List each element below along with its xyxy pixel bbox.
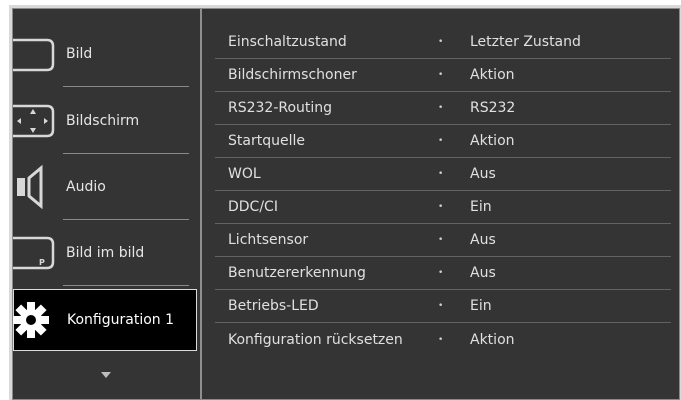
setting-value: Aus [470, 166, 496, 182]
setting-value: Aktion [470, 133, 515, 149]
setting-name: RS232-Routing [228, 100, 333, 116]
bullet-icon: • [438, 70, 444, 80]
setting-name: Benutzererkennung [228, 265, 366, 281]
setting-row-bildschirmschoner[interactable]: Bildschirmschoner • Aktion [215, 59, 671, 92]
setting-value: Aktion [470, 331, 515, 348]
bullet-icon: • [438, 169, 444, 179]
bullet-icon: • [438, 268, 444, 278]
gear-icon [13, 302, 49, 338]
setting-row-betriebs-led[interactable]: Betriebs-LED • Ein [215, 290, 671, 323]
setting-row-benutzererkennung[interactable]: Benutzererkennung • Aus [215, 257, 671, 290]
setting-name: Startquelle [228, 133, 305, 149]
screen-icon [13, 104, 55, 138]
settings-list: Einschaltzustand • Letzter Zustand Bilds… [215, 26, 671, 356]
setting-row-wol[interactable]: WOL • Aus [215, 158, 671, 191]
bullet-icon: • [438, 37, 444, 47]
setting-value: Aus [470, 265, 496, 281]
setting-name: DDC/CI [228, 199, 278, 215]
sidebar-item-konfiguration-1[interactable]: Konfiguration 1 [13, 289, 197, 351]
setting-value: Ein [470, 298, 492, 314]
setting-name: Einschaltzustand [228, 34, 347, 50]
setting-value: Aktion [470, 67, 515, 83]
triangle-down-icon[interactable] [101, 372, 111, 378]
setting-name: Konfiguration rücksetzen [228, 331, 403, 348]
sidebar-item-bild-im-bild[interactable]: P Bild im bild [13, 222, 199, 286]
setting-row-einschaltzustand[interactable]: Einschaltzustand • Letzter Zustand [215, 26, 671, 59]
pip-icon: P [13, 236, 55, 270]
sidebar-item-bildschirm[interactable]: Bildschirm [13, 90, 199, 154]
setting-name: Lichtsensor [228, 232, 309, 248]
speaker-icon [17, 164, 43, 210]
sidebar-separator [63, 285, 189, 286]
setting-row-startquelle[interactable]: Startquelle • Aktion [215, 125, 671, 158]
svg-text:P: P [39, 258, 45, 267]
bullet-icon: • [438, 103, 444, 113]
bullet-icon: • [438, 136, 444, 146]
sidebar-item-label: Audio [66, 179, 106, 195]
bullet-icon: • [438, 334, 444, 345]
sidebar-separator [63, 86, 189, 87]
setting-row-konfiguration-ruecksetzen[interactable]: Konfiguration rücksetzen • Aktion [215, 323, 671, 356]
sidebar-item-label: Bild [66, 46, 93, 62]
sidebar-item-label: Bildschirm [66, 113, 140, 129]
setting-name: Bildschirmschoner [228, 67, 357, 83]
bullet-icon: • [438, 202, 444, 212]
setting-row-rs232-routing[interactable]: RS232-Routing • RS232 [215, 92, 671, 125]
bullet-icon: • [438, 235, 444, 245]
sidebar-item-audio[interactable]: Audio [13, 156, 199, 220]
setting-row-ddc-ci[interactable]: DDC/CI • Ein [215, 191, 671, 224]
sidebar-item-bild[interactable]: Bild [13, 23, 199, 87]
picture-icon [13, 38, 55, 72]
sidebar-separator [63, 153, 189, 154]
osd-menu: Bild Bildschirm Audio P Bild im bild Kon… [12, 8, 680, 400]
setting-value: Aus [470, 232, 496, 248]
setting-value: Letzter Zustand [470, 34, 581, 50]
setting-row-lichtsensor[interactable]: Lichtsensor • Aus [215, 224, 671, 257]
bullet-icon: • [438, 301, 444, 311]
setting-value: Ein [470, 199, 492, 215]
sidebar-item-label: Konfiguration 1 [67, 312, 175, 328]
sidebar-item-label: Bild im bild [66, 245, 145, 261]
setting-name: WOL [228, 166, 261, 182]
sidebar: Bild Bildschirm Audio P Bild im bild Kon… [13, 9, 199, 399]
sidebar-separator [63, 219, 189, 220]
setting-value: RS232 [470, 100, 516, 116]
setting-name: Betriebs-LED [228, 298, 319, 314]
panel-divider [200, 9, 202, 399]
